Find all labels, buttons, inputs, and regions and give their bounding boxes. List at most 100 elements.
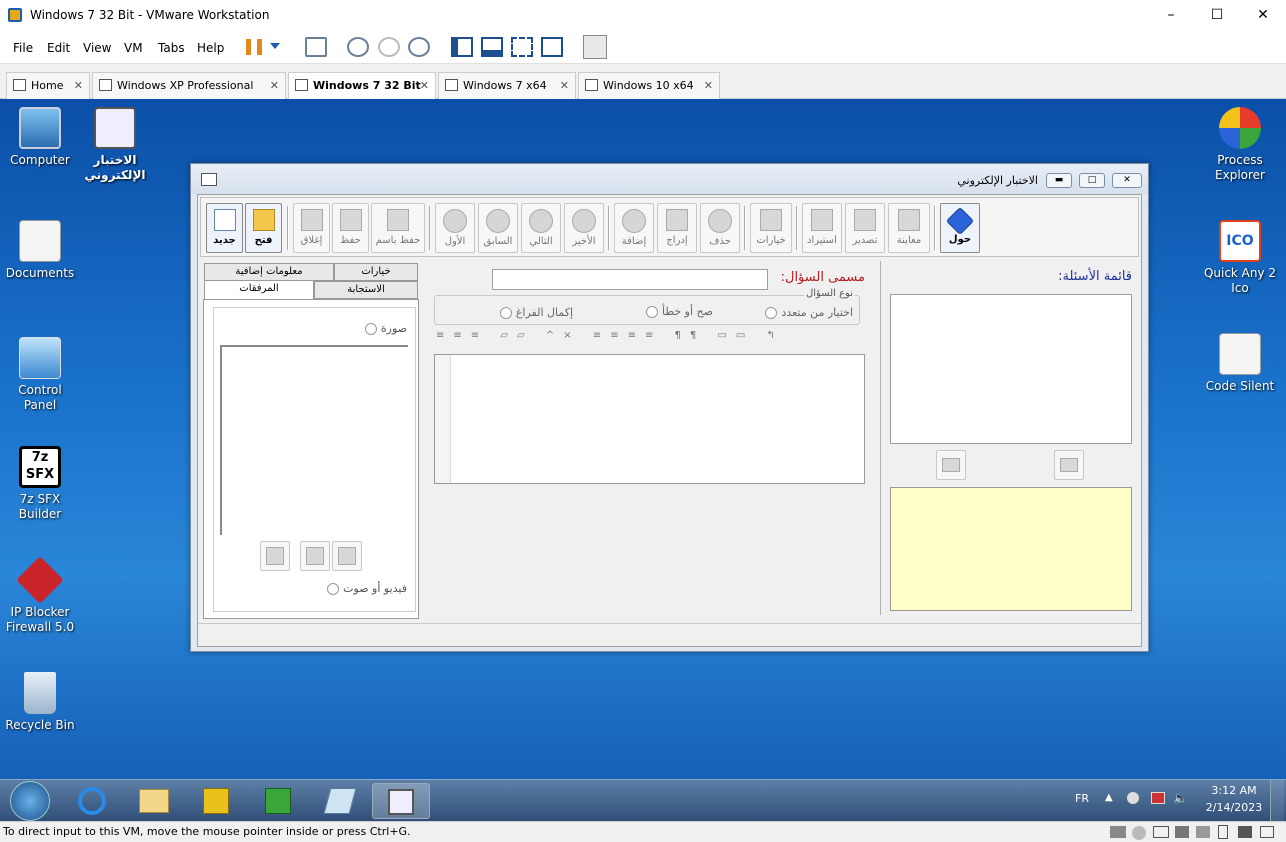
taskbar-app-cube[interactable] — [188, 783, 244, 819]
desktop-icon-code-silent[interactable]: Code Silent — [1202, 333, 1278, 394]
desktop-icon-computer[interactable]: Computer — [2, 107, 78, 168]
snapshot-icon[interactable] — [347, 37, 369, 57]
desktop-icon-7z-sfx[interactable]: 7z SFX 7z SFX Builder — [2, 446, 78, 522]
close-file-button[interactable]: إغلاق — [293, 203, 330, 253]
import-button[interactable]: استيراد — [802, 203, 842, 253]
sound-card-icon[interactable] — [1218, 825, 1228, 839]
display-icon[interactable] — [1238, 826, 1252, 838]
preview-button[interactable]: معاينة — [888, 203, 930, 253]
desktop-icon-recycle-bin[interactable]: Recycle Bin — [2, 672, 78, 733]
desktop-icon-documents[interactable]: Documents — [2, 220, 78, 281]
first-button[interactable]: الأول — [435, 203, 475, 253]
taskbar-explorer[interactable] — [126, 783, 182, 819]
chevron-down-icon[interactable] — [270, 43, 280, 49]
menu-file[interactable]: File — [13, 41, 33, 55]
taskbar-app-notebook[interactable] — [312, 783, 368, 819]
tab-response[interactable]: الاستجابة — [314, 281, 418, 299]
show-hidden-icons[interactable]: ▲ — [1105, 792, 1113, 803]
send-ctrl-alt-del-icon[interactable] — [305, 37, 327, 57]
desktop-icon-quick-any-2-ico[interactable]: ICO Quick Any 2 Ico — [1202, 220, 1278, 296]
format-toolbar[interactable]: ≡≡≡ ▱▱ ^× ≡≡≡≡ ¶¶ ▭▭ ↰ — [436, 330, 860, 346]
image-fit-button[interactable] — [260, 541, 290, 571]
move-down-button[interactable] — [936, 450, 966, 480]
tab-options[interactable]: خيارات — [334, 263, 418, 281]
taskbar-internet-explorer[interactable] — [64, 783, 120, 819]
save-button[interactable]: حفظ — [332, 203, 369, 253]
close-tab-icon[interactable]: ✕ — [560, 73, 569, 98]
next-button[interactable]: التالي — [521, 203, 561, 253]
message-log-icon[interactable] — [1260, 826, 1274, 838]
radio-video-audio[interactable]: فيديو أو صوت — [327, 582, 407, 595]
pause-icon[interactable] — [246, 39, 262, 55]
menu-help[interactable]: Help — [197, 41, 224, 55]
options-button[interactable]: خيارات — [750, 203, 792, 253]
app-maximize-button[interactable]: □ — [1079, 173, 1105, 188]
snapshot-manager-icon[interactable] — [408, 37, 430, 57]
new-button[interactable]: جديد — [206, 203, 243, 253]
close-window-button[interactable]: ✕ — [1240, 0, 1286, 31]
console-view-icon[interactable] — [583, 35, 607, 59]
questions-list[interactable] — [890, 294, 1132, 444]
desktop-icon-process-explorer[interactable]: Process Explorer — [1202, 107, 1278, 183]
desktop-icon-control-panel[interactable]: Control Panel — [2, 337, 78, 413]
editor-scrollbar[interactable] — [435, 355, 451, 483]
full-screen-icon[interactable] — [511, 37, 533, 57]
start-orb-icon[interactable] — [10, 781, 50, 821]
tab-home[interactable]: Home ✕ — [6, 72, 90, 99]
library-icon[interactable] — [451, 37, 473, 57]
radio-true-false[interactable]: صح أو خطأ — [646, 305, 713, 318]
tab-windows-xp[interactable]: Windows XP Professional ✕ — [92, 72, 286, 99]
hard-disk-icon[interactable] — [1110, 826, 1126, 838]
app-title-bar[interactable]: الاختبار الإلكتروني ▬ □ ✕ — [191, 164, 1148, 194]
volume-icon[interactable]: 🔈 — [1173, 791, 1188, 805]
thumbnail-bar-icon[interactable] — [481, 37, 503, 57]
about-button[interactable]: حول — [940, 203, 980, 253]
app-minimize-button[interactable]: ▬ — [1046, 173, 1072, 188]
close-tab-icon[interactable]: ✕ — [74, 73, 83, 98]
image-remove-button[interactable] — [300, 541, 330, 571]
cd-drive-icon[interactable] — [1132, 826, 1146, 840]
move-up-button[interactable] — [1054, 450, 1084, 480]
tab-additional-info[interactable]: معلومات إضافية — [204, 263, 334, 281]
radio-image[interactable]: صورة — [365, 322, 407, 335]
desktop-icon-ip-blocker[interactable]: IP Blocker Firewall 5.0 — [2, 556, 78, 635]
exam-app-window[interactable]: الاختبار الإلكتروني ▬ □ ✕ جديد فتح إغلاق… — [190, 163, 1149, 652]
printer-icon[interactable] — [1175, 826, 1189, 838]
save-as-button[interactable]: حفظ باسم — [371, 203, 425, 253]
menu-edit[interactable]: Edit — [47, 41, 70, 55]
radio-fill-blank[interactable]: إكمال الفراغ — [500, 306, 573, 319]
question-notes-box[interactable] — [890, 487, 1132, 611]
menu-vm[interactable]: VM — [124, 41, 143, 55]
tab-windows-10-x64[interactable]: Windows 10 x64 ✕ — [578, 72, 720, 99]
unity-icon[interactable] — [541, 37, 563, 57]
close-tab-icon[interactable]: ✕ — [704, 73, 713, 98]
image-open-button[interactable] — [332, 541, 362, 571]
maximize-button[interactable]: ☐ — [1194, 0, 1240, 31]
minimize-button[interactable]: – — [1148, 0, 1194, 31]
delete-button[interactable]: حذف — [700, 203, 740, 253]
open-button[interactable]: فتح — [245, 203, 282, 253]
last-button[interactable]: الأخير — [564, 203, 604, 253]
taskbar-app-grid[interactable] — [250, 783, 306, 819]
question-text-editor[interactable] — [434, 354, 865, 484]
network-icon[interactable] — [1151, 792, 1165, 804]
menu-tabs[interactable]: Tabs — [158, 41, 185, 55]
tab-attachments[interactable]: المرفقات — [204, 280, 314, 300]
clock-time[interactable]: 3:12 AM — [1204, 784, 1264, 797]
network-adapter-icon[interactable] — [1153, 826, 1169, 838]
taskbar-exam-app[interactable] — [372, 783, 430, 819]
tray-app-icon[interactable] — [1127, 792, 1139, 804]
show-desktop-button[interactable] — [1270, 780, 1284, 822]
close-tab-icon[interactable]: ✕ — [420, 73, 429, 98]
clock-date[interactable]: 2/14/2023 — [1199, 801, 1269, 814]
revert-snapshot-icon[interactable] — [378, 37, 400, 57]
question-name-input[interactable] — [492, 269, 768, 290]
desktop-icon-exam-app[interactable]: الاختبار الإلكتروني — [77, 107, 153, 183]
tab-windows-7-32[interactable]: Windows 7 32 Bit ✕ — [288, 72, 436, 99]
usb-icon[interactable] — [1196, 826, 1210, 838]
close-tab-icon[interactable]: ✕ — [270, 73, 279, 98]
insert-button[interactable]: إدراج — [657, 203, 697, 253]
app-close-button[interactable]: ✕ — [1112, 173, 1142, 188]
tab-windows-7-x64[interactable]: Windows 7 x64 ✕ — [438, 72, 576, 99]
export-button[interactable]: تصدير — [845, 203, 885, 253]
